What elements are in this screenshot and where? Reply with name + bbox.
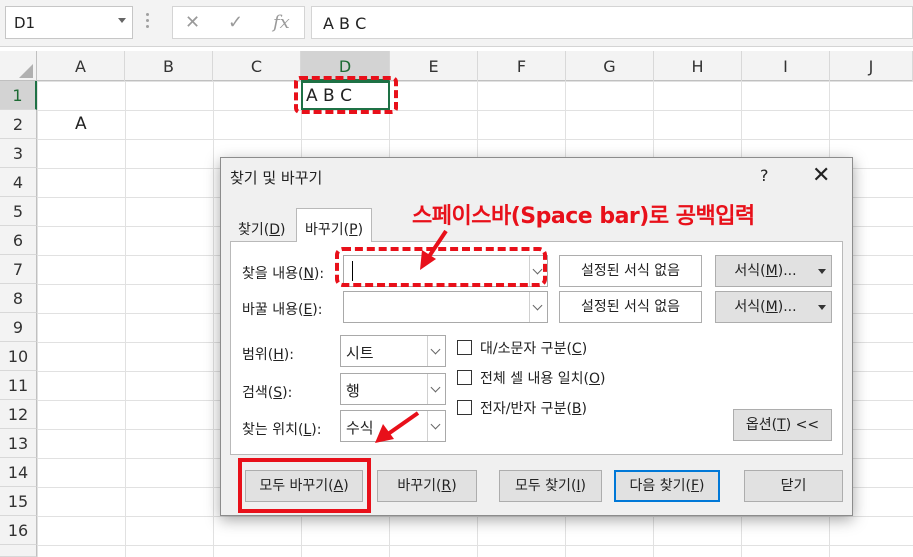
dropdown-arrow-icon[interactable] xyxy=(813,256,831,286)
match-byte-label[interactable]: 전자/반자 구분(B) xyxy=(480,398,587,418)
find-format-button[interactable]: 서식(M)... xyxy=(715,255,832,287)
row-header-3[interactable]: 3 xyxy=(0,139,37,168)
find-format-preview: 설정된 서식 없음 xyxy=(559,255,702,287)
tab-find[interactable]: 찾기(D) xyxy=(230,215,293,242)
column-header-e[interactable]: E xyxy=(390,51,478,81)
close-icon[interactable]: ✕ xyxy=(812,162,830,190)
options-toggle-button[interactable]: 옵션(T) << xyxy=(733,409,832,441)
replace-with-input[interactable] xyxy=(343,291,548,323)
highlight-box-replace-all xyxy=(238,458,371,513)
formula-bar: D1 ✕ ✓ fx A B C xyxy=(0,0,913,47)
row-header-14[interactable]: 14 xyxy=(0,458,37,487)
chevron-down-icon[interactable] xyxy=(118,18,126,23)
column-header-j[interactable]: J xyxy=(830,51,913,81)
enter-check-icon[interactable]: ✓ xyxy=(228,12,243,33)
drag-handle-icon[interactable] xyxy=(146,13,150,33)
find-what-label: 찾을 내용(N): xyxy=(242,266,325,282)
help-icon[interactable]: ? xyxy=(760,166,769,185)
annotation-text: 스페이스바(Space bar)로 공백입력 xyxy=(412,204,755,229)
replace-format-button[interactable]: 서식(M)... xyxy=(715,291,832,323)
replace-button[interactable]: 바꾸기(R) xyxy=(377,470,477,502)
look-in-select[interactable]: 수식 xyxy=(340,410,446,442)
select-all-triangle-icon xyxy=(19,64,33,78)
row-header-15[interactable]: 15 xyxy=(0,487,37,516)
within-select[interactable]: 시트 xyxy=(340,335,446,367)
column-header-i[interactable]: I xyxy=(742,51,830,81)
within-label: 범위(H): xyxy=(242,347,294,363)
row-header-6[interactable]: 6 xyxy=(0,226,37,255)
row-header-13[interactable]: 13 xyxy=(0,429,37,458)
chevron-down-icon[interactable] xyxy=(427,336,445,366)
cell-a2[interactable]: A xyxy=(75,114,87,134)
row-header-17-partial[interactable] xyxy=(0,545,37,557)
column-header-c[interactable]: C xyxy=(213,51,301,81)
column-header-f[interactable]: F xyxy=(478,51,566,81)
replace-format-preview: 설정된 서식 없음 xyxy=(559,291,702,323)
highlight-box-d1 xyxy=(294,76,398,114)
search-order-label: 검색(S): xyxy=(242,385,293,401)
row-header-9[interactable]: 9 xyxy=(0,313,37,342)
dropdown-arrow-icon[interactable] xyxy=(813,292,831,322)
formula-action-buttons: ✕ ✓ fx xyxy=(172,6,305,39)
chevron-down-icon[interactable] xyxy=(529,292,547,322)
match-case-label[interactable]: 대/소문자 구분(C) xyxy=(480,338,587,358)
row-header-11[interactable]: 11 xyxy=(0,371,37,400)
name-box[interactable]: D1 xyxy=(5,6,133,39)
row-header-2[interactable]: 2 xyxy=(0,110,37,139)
highlight-box-find-input xyxy=(335,247,547,287)
row-header-8[interactable]: 8 xyxy=(0,284,37,313)
name-box-value: D1 xyxy=(14,14,36,32)
column-header-h[interactable]: H xyxy=(654,51,742,81)
dialog-title: 찾기 및 바꾸기 xyxy=(230,169,323,187)
find-next-button[interactable]: 다음 찾기(F) xyxy=(614,470,720,502)
chevron-down-icon[interactable] xyxy=(427,411,445,441)
formula-value: A B C xyxy=(323,14,367,33)
cancel-x-icon[interactable]: ✕ xyxy=(185,12,200,33)
find-all-button[interactable]: 모두 찾기(I) xyxy=(499,470,602,502)
insert-function-icon[interactable]: fx xyxy=(273,12,290,33)
row-header-5[interactable]: 5 xyxy=(0,197,37,226)
close-button[interactable]: 닫기 xyxy=(744,470,843,502)
match-byte-checkbox[interactable] xyxy=(457,400,472,415)
column-header-b[interactable]: B xyxy=(125,51,213,81)
row-header-10[interactable]: 10 xyxy=(0,342,37,371)
match-entire-cell-label[interactable]: 전체 셀 내용 일치(O) xyxy=(480,368,605,388)
row-header-12[interactable]: 12 xyxy=(0,400,37,429)
search-order-select[interactable]: 행 xyxy=(340,373,446,405)
column-header-g[interactable]: G xyxy=(566,51,654,81)
look-in-label: 찾는 위치(L): xyxy=(242,422,322,438)
select-all-button[interactable] xyxy=(0,51,37,81)
match-entire-cell-checkbox[interactable] xyxy=(457,370,472,385)
column-header-row: A B C D E F G H I J xyxy=(0,51,913,81)
row-header-4[interactable]: 4 xyxy=(0,168,37,197)
row-header-16[interactable]: 16 xyxy=(0,516,37,545)
chevron-down-icon[interactable] xyxy=(427,374,445,404)
formula-input[interactable]: A B C xyxy=(311,6,913,39)
column-header-a[interactable]: A xyxy=(37,51,125,81)
tab-replace[interactable]: 바꾸기(P) xyxy=(296,208,373,242)
row-header-1[interactable]: 1 xyxy=(0,81,37,110)
replace-with-label: 바꿀 내용(E): xyxy=(242,302,323,318)
row-header-7[interactable]: 7 xyxy=(0,255,37,284)
match-case-checkbox[interactable] xyxy=(457,340,472,355)
